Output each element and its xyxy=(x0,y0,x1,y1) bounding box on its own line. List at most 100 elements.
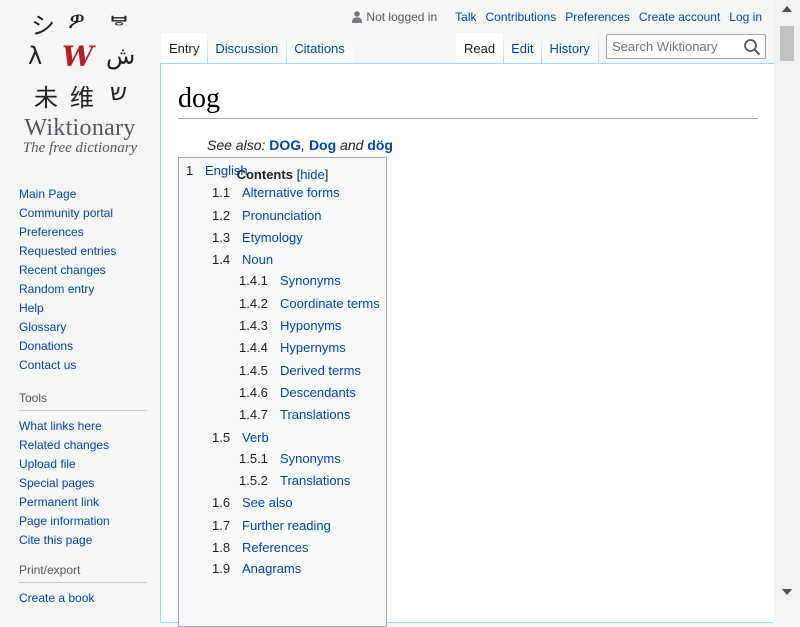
see-also-and: and xyxy=(340,137,364,153)
logo-glyphs: シ ዎ ᄫ λ W ش 未 维 ש xyxy=(28,4,140,112)
talk-link[interactable]: Talk xyxy=(455,10,476,24)
toc-number: 1.3 xyxy=(212,230,231,245)
toc-text: References xyxy=(242,540,309,555)
toc-item[interactable]: 1.6 See also xyxy=(212,495,293,510)
toc-hide-toggle[interactable]: hide xyxy=(300,167,325,182)
logo-glyph: シ xyxy=(31,12,55,40)
logo-glyph: 未 xyxy=(34,84,58,112)
toc-item[interactable]: 1.7 Further reading xyxy=(212,518,331,533)
nav-link[interactable]: Preferences xyxy=(19,223,147,242)
scrollbar-thumb[interactable] xyxy=(780,26,794,61)
scroll-down-button[interactable] xyxy=(774,583,800,600)
toc-item[interactable]: 1.9 Anagrams xyxy=(212,561,301,576)
tab-discussion[interactable]: Discussion xyxy=(207,33,287,64)
toc-number: 1.4 xyxy=(212,252,231,267)
toc-item[interactable]: 1.4.7 Translations xyxy=(239,407,350,422)
print-link[interactable]: Create a book xyxy=(19,589,147,608)
toc-number: 1.4.3 xyxy=(239,318,268,333)
nav-link[interactable]: Random entry xyxy=(19,280,147,299)
tab-edit[interactable]: Edit xyxy=(503,33,542,64)
tools-link[interactable]: What links here xyxy=(19,417,147,436)
toc-item[interactable]: 1 English xyxy=(186,163,248,178)
tools-link[interactable]: Related changes xyxy=(19,436,147,455)
tab-history[interactable]: History xyxy=(541,33,600,64)
nav-link[interactable]: Donations xyxy=(19,337,147,356)
toc-hide-bracket: ] xyxy=(324,167,329,182)
toc-number: 1.4.5 xyxy=(239,363,268,378)
tools-link[interactable]: Special pages xyxy=(19,474,147,493)
tools-heading: Tools xyxy=(19,391,147,411)
wiktionary-logo[interactable]: シ ዎ ᄫ λ W ش 未 维 ש Wiktionary The free di… xyxy=(0,0,160,165)
create-account-link[interactable]: Create account xyxy=(639,10,720,24)
tools-link[interactable]: Permanent link xyxy=(19,493,147,512)
toc-item[interactable]: 1.4 Noun xyxy=(212,252,273,267)
toc-item[interactable]: 1.8 References xyxy=(212,540,308,555)
search-icon xyxy=(744,39,761,56)
see-also-link[interactable]: Dog xyxy=(309,137,336,153)
see-also-link[interactable]: DOG xyxy=(269,137,301,153)
see-also-link[interactable]: dög xyxy=(367,137,393,153)
search-button[interactable] xyxy=(743,38,761,56)
toc-text: English xyxy=(205,163,248,178)
logo-title: Wiktionary xyxy=(24,115,136,141)
see-also-note: See also: DOG, Dog and dög xyxy=(207,137,393,153)
toc-item[interactable]: 1.1 Alternative forms xyxy=(212,185,340,200)
toc-item[interactable]: 1.4.6 Descendants xyxy=(239,385,356,400)
logo-glyph: ዎ xyxy=(68,6,85,34)
nav-link[interactable]: Main Page xyxy=(19,185,147,204)
toc-number: 1.4.7 xyxy=(239,407,268,422)
personal-tools: Not logged in Talk Contributions Prefere… xyxy=(352,10,762,24)
toc-item[interactable]: 1.3 Etymology xyxy=(212,230,303,245)
print-heading: Print/export xyxy=(19,563,147,583)
toc-number: 1.7 xyxy=(212,518,231,533)
toc-number: 1.1 xyxy=(212,185,231,200)
search-box xyxy=(606,34,766,59)
namespace-tabs: Entry Discussion Citations xyxy=(161,33,353,64)
scroll-up-button[interactable] xyxy=(774,0,800,17)
contributions-link[interactable]: Contributions xyxy=(485,10,556,24)
toc-text: Translations xyxy=(280,407,351,422)
toc-text: Etymology xyxy=(242,230,303,245)
not-logged-in-text: Not logged in xyxy=(366,10,438,24)
logo-glyph: λ xyxy=(28,42,43,70)
toc-number: 1.4.6 xyxy=(239,385,268,400)
toc-item[interactable]: 1.4.2 Coordinate terms xyxy=(239,296,380,311)
toc-item[interactable]: 1.5 Verb xyxy=(212,430,269,445)
toc-item[interactable]: 1.5.1 Synonyms xyxy=(239,451,341,466)
toc-number: 1.4.4 xyxy=(239,340,268,355)
toc-text: Pronunciation xyxy=(242,208,322,223)
tools-link[interactable]: Upload file xyxy=(19,455,147,474)
nav-link[interactable]: Contact us xyxy=(19,356,147,375)
scrollbar[interactable] xyxy=(774,0,800,600)
toc-item[interactable]: 1.5.2 Translations xyxy=(239,473,350,488)
toc-item[interactable]: 1.4.3 Hyponyms xyxy=(239,318,341,333)
separator: , xyxy=(301,137,306,153)
user-status: Not logged in xyxy=(352,10,437,24)
toc-number: 1 xyxy=(186,163,194,178)
toc-item[interactable]: 1.4.4 Hypernyms xyxy=(239,340,346,355)
scroll-up-icon xyxy=(782,5,792,12)
nav-link[interactable]: Recent changes xyxy=(19,261,147,280)
tab-read[interactable]: Read xyxy=(456,33,504,64)
tab-entry[interactable]: Entry xyxy=(161,33,208,64)
tab-citations[interactable]: Citations xyxy=(286,33,353,64)
toc-item[interactable]: 1.4.5 Derived terms xyxy=(239,363,361,378)
toc-item[interactable]: 1.4.1 Synonyms xyxy=(239,273,341,288)
toc-text: Synonyms xyxy=(280,451,341,466)
nav-link[interactable]: Requested entries xyxy=(19,242,147,261)
logo-glyph: 维 xyxy=(70,84,94,112)
toc-text: See also xyxy=(242,495,293,510)
page-title: dog xyxy=(178,82,758,119)
toc-text: Verb xyxy=(242,430,269,445)
content-area: dog See also: DOG, Dog and dög Contents … xyxy=(160,63,774,627)
nav-link[interactable]: Glossary xyxy=(19,318,147,337)
log-in-link[interactable]: Log in xyxy=(729,10,762,24)
tools-link[interactable]: Cite this page xyxy=(19,531,147,550)
nav-link[interactable]: Community portal xyxy=(19,204,147,223)
search-input[interactable] xyxy=(612,38,737,55)
toc-item[interactable]: 1.2 Pronunciation xyxy=(212,208,322,223)
nav-link[interactable]: Help xyxy=(19,299,147,318)
toc-text: Further reading xyxy=(242,518,331,533)
tools-link[interactable]: Page information xyxy=(19,512,147,531)
preferences-link[interactable]: Preferences xyxy=(565,10,630,24)
